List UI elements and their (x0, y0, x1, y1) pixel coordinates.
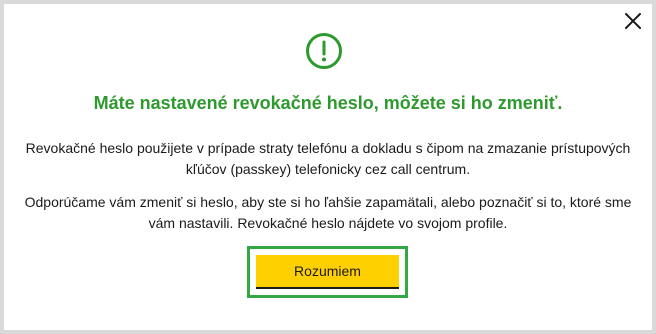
dialog-paragraph-recommendation: Odporúčame vám zmeniť si heslo, aby ste … (24, 194, 632, 231)
confirm-button[interactable]: Rozumiem (256, 255, 399, 289)
close-icon (625, 13, 641, 29)
exclamation-circle-icon (306, 33, 342, 69)
close-button[interactable] (620, 8, 646, 34)
info-dialog: Máte nastavené revokačné heslo, môžete s… (4, 4, 652, 330)
dialog-title: Máte nastavené revokačné heslo, môžete s… (93, 93, 563, 113)
dialog-paragraph-revocation-info: Revokačné heslo použijete v prípade stra… (25, 140, 631, 177)
